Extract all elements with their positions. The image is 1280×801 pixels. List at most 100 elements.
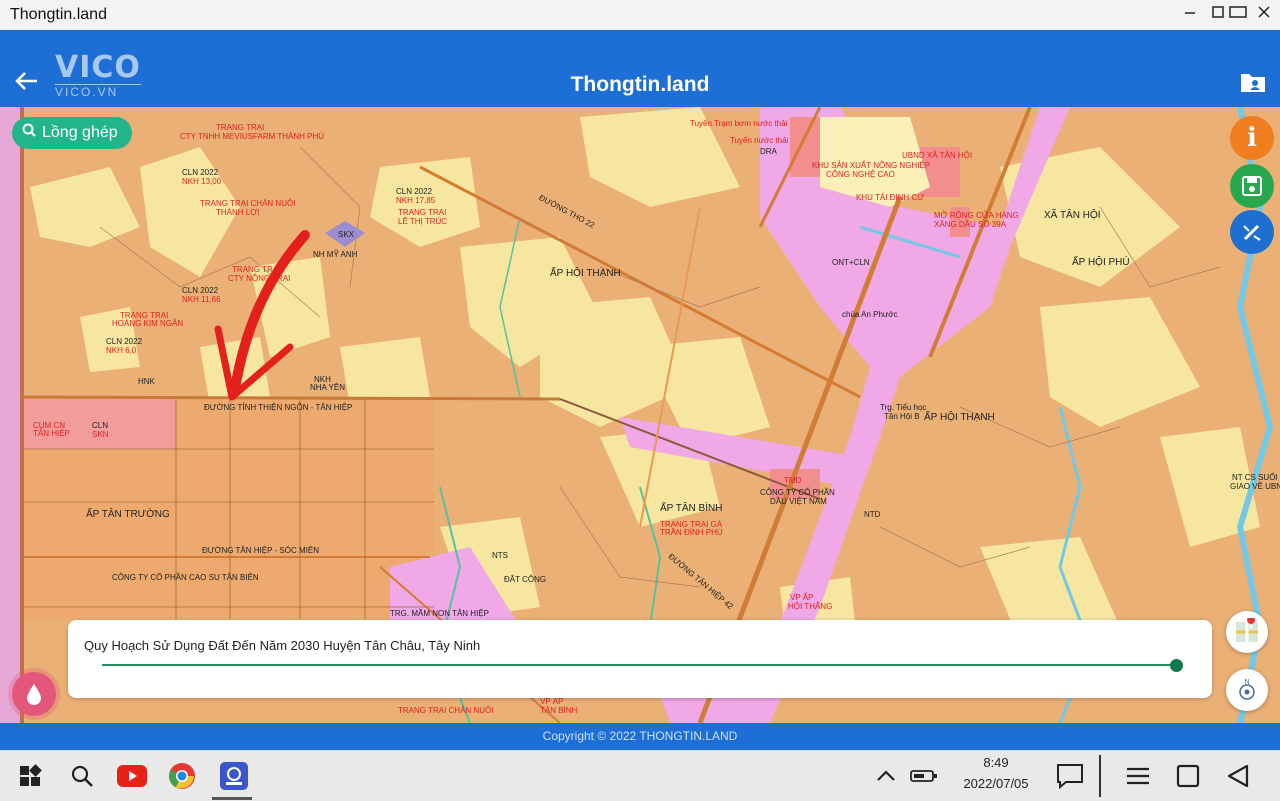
map-label: HNK [138,377,155,386]
map-label: DẦU VIỆT NAM [770,497,827,506]
map-label: DRA [760,147,777,156]
map-label: CÔNG TY CỔ PHẦN CAO SU TÂN BIÊN [112,573,259,582]
maximize-icon[interactable] [1228,5,1248,25]
clock-date: 2022/07/05 [963,776,1029,791]
map-label: NKH 6,0 [106,346,137,355]
map-layer-button[interactable] [1226,611,1268,653]
road-label: ĐƯỜNG TÂN HIỆP - SÓC MIÊN [202,546,319,555]
map-label: TÂN HIỆP [33,429,70,438]
map-label: VP ẤP [540,697,564,706]
search-icon [22,117,36,149]
map-label: NKH 11,66 [182,295,221,304]
map-label: NKH 13,00 [182,177,222,186]
map-label: CLN 2022 [182,286,219,295]
map-label: NKH 17,85 [396,196,436,205]
drop-button[interactable] [12,672,56,716]
clock-time: 8:49 [983,755,1009,770]
map-label: MỞ RỘNG CỬA HÀNG [934,211,1019,220]
edit-icon [1243,224,1261,241]
back-triangle-icon[interactable] [1222,760,1254,792]
map-label: HOÀNG KIM NGÂN [112,319,184,328]
youtube-icon[interactable] [116,760,148,792]
area-label: ẤP HỘI PHÚ [1072,257,1130,268]
map-label: TRANG TRẠI CHĂN NUÔI [200,199,296,208]
map-label: NT CS SUỐI DÂY [1232,473,1280,482]
battery-icon[interactable] [908,760,940,792]
area-label: XÃ TÂN HỘI [1044,210,1101,221]
map-label: GIAO VỀ UBND HUYỆN [1230,482,1280,491]
svg-text:N: N [1244,679,1249,686]
info-button[interactable]: i [1230,116,1274,160]
map-label: CTY TNHH MEVIUSFARM THÀNH PHÚ [180,132,325,141]
road-label: ĐƯỜNG TỈNH THIỆN NGÔN - TÂN HIỆP [204,403,353,412]
taskbar: 8:49 2022/07/05 [0,750,1280,801]
map-label: HỘI THẮNG [788,602,833,611]
opacity-slider-thumb[interactable] [1170,659,1183,672]
close-icon[interactable] [1254,5,1274,25]
map-label: TRG. MẦM NON TÂN HIỆP [390,609,489,618]
map-label: Tân Hội B [884,412,920,421]
map-label: NTD [864,510,881,519]
map-label: CÔNG NGHỆ CAO [826,170,895,179]
chrome-icon[interactable] [166,760,198,792]
map-label: Tuyến Trạm bơm nước thải [690,119,788,128]
map-label: TRANG TRẠI [232,265,281,274]
area-label: ẤP HỘI THẠNH [924,412,995,423]
message-icon[interactable] [1054,760,1086,792]
area-label: ẤP TÂN BÌNH [660,503,723,514]
map-label: XĂNG DẦU SỐ 39A [934,220,1007,229]
layer-panel: Quy Hoạch Sử Dụng Đất Đến Năm 2030 Huyện… [68,620,1212,698]
map-label: TRANG TRẠI CHĂN NUÔI [398,706,494,715]
area-label: ẤP TÂN TRƯỜNG [86,509,170,520]
opacity-slider[interactable] [102,664,1178,666]
layer-title: Quy Hoạch Sử Dụng Đất Đến Năm 2030 Huyện… [84,638,481,653]
map-label: TRẦN ĐÌNH PHÚ [660,528,723,537]
compass-icon: N [1239,679,1255,700]
map-label: VP ẤP [790,593,814,602]
map-label: chùa An Phước [842,310,898,319]
map-label: LÊ THỊ TRÚC [398,217,448,226]
map-label: TRANG TRẠI [216,123,265,132]
map-label: ĐẤT CÔNG [504,575,547,584]
map-label: CÔNG TY CỔ PHẦN [760,488,835,497]
map-label: CLN [92,421,109,430]
app-header: VICO VICO.VN Thongtin.land [0,30,1280,107]
map-label: NTS [492,551,508,560]
edit-button[interactable] [1230,210,1274,254]
map-label: TRANG TRẠI [398,208,447,217]
save-icon [1242,176,1262,196]
map-label: CLN 2022 [396,187,433,196]
map-label: TÂN BÌNH [540,706,578,715]
square-icon[interactable] [1172,760,1204,792]
app-title: Thongtin.land [570,73,710,96]
map-label: NH MỸ ANH [313,250,358,259]
chevron-up-icon[interactable] [870,760,902,792]
search-icon[interactable] [66,760,98,792]
taskbar-divider [1099,755,1101,797]
search-button[interactable]: Lồng ghép [12,117,132,149]
map-label: ONT+CLN [832,258,870,267]
map-label: KHU TÁI ĐỊNH CƯ [856,193,925,202]
map-label: THÀNH LỢI [216,208,260,217]
search-label: Lồng ghép [42,124,118,141]
compass-button[interactable]: N [1226,669,1268,711]
map-label: KHU SẢN XUẤT NÔNG NGHIỆP [812,161,931,170]
map-label: CLN 2022 [106,337,143,346]
start-icon[interactable] [14,760,46,792]
folder-icon[interactable] [1240,70,1266,94]
minimize-icon[interactable] [1180,5,1200,25]
map-label: UBND XÃ TÂN HỘI [902,151,973,160]
clock[interactable]: 8:49 2022/07/05 [954,755,1038,791]
restore-icon[interactable] [1208,5,1228,25]
area-label: ẤP HỘI THẠNH [550,268,621,279]
map-label: SKX [338,230,355,239]
footer: Copyright © 2022 THONGTIN.LAND [0,723,1280,750]
map-layer-icon [1236,618,1258,642]
map-label: SKN [92,430,109,439]
app-icon[interactable] [218,760,250,792]
drop-icon [27,684,41,705]
window-titlebar: Thongtin.land [0,0,1280,31]
save-button[interactable] [1230,164,1274,208]
menu-icon[interactable] [1122,760,1154,792]
map-label: CLN 2022 [182,168,219,177]
